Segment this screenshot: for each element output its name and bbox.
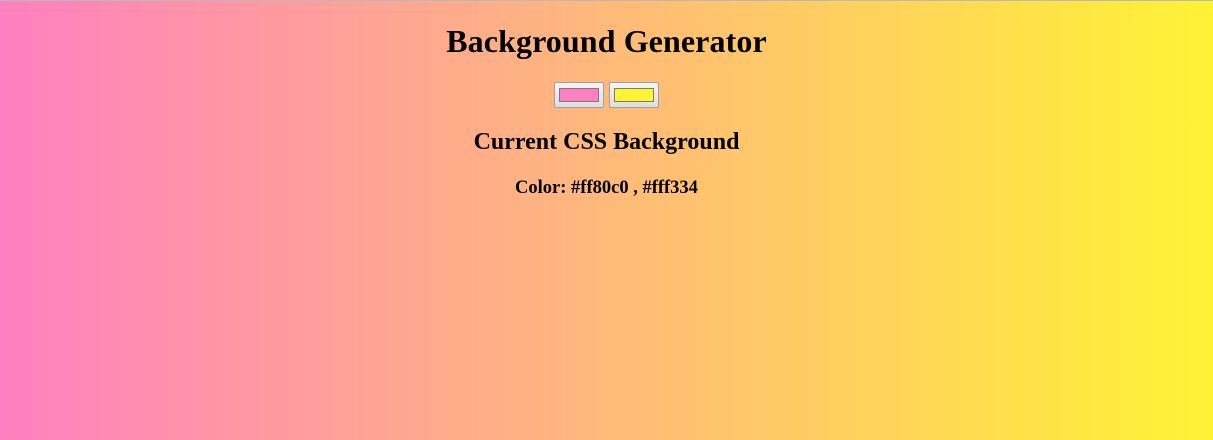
color-values: #ff80c0 , #fff334 bbox=[571, 178, 698, 198]
color-label: Color: bbox=[515, 178, 567, 198]
color-picker-2[interactable] bbox=[609, 82, 659, 108]
color-swatch-2 bbox=[614, 88, 654, 102]
current-background-heading: Current CSS Background bbox=[473, 129, 740, 155]
color-readout: Color: #ff80c0 , #fff334 bbox=[0, 177, 1213, 199]
page-title: Background Generator bbox=[446, 23, 767, 59]
gradient-page: Background Generator Current CSS Backgro… bbox=[0, 1, 1213, 440]
color-picker-1[interactable] bbox=[554, 82, 604, 108]
color-pickers bbox=[0, 82, 1213, 108]
color-swatch-1 bbox=[559, 88, 599, 102]
